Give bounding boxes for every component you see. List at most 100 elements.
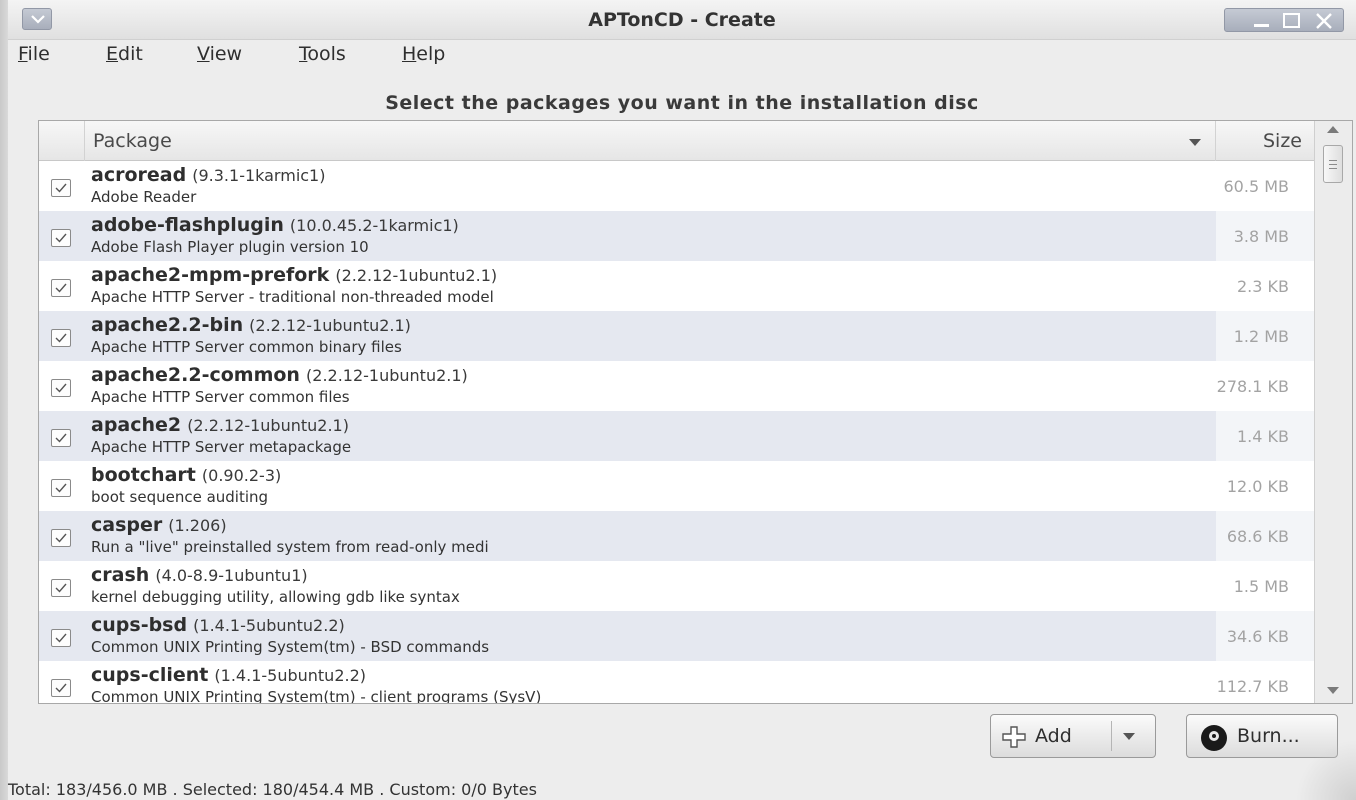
package-row[interactable]: crash (4.0-8.9-1ubuntu1) kernel debugging…	[39, 561, 1314, 611]
package-title: cups-client (1.4.1-5ubuntu2.2)	[91, 664, 366, 686]
package-version: (2.2.12-1ubuntu2.1)	[306, 366, 468, 385]
menu-file[interactable]: File	[18, 43, 50, 65]
checkmark-icon	[55, 583, 67, 593]
package-name: cups-bsd	[91, 614, 188, 636]
package-checkbox[interactable]	[51, 329, 71, 347]
menu-bar: File Edit View Tools Help	[8, 40, 1356, 70]
package-version: (1.4.1-5ubuntu2.2)	[193, 616, 345, 635]
package-title: apache2.2-bin (2.2.12-1ubuntu2.1)	[91, 314, 411, 336]
checkmark-icon	[55, 383, 67, 393]
scroll-down-icon[interactable]	[1327, 687, 1339, 695]
menu-edit-label: dit	[118, 43, 143, 65]
header-package-label: Package	[93, 130, 172, 152]
header-check-column[interactable]	[39, 121, 85, 161]
header-package-column[interactable]: Package	[85, 121, 1216, 161]
package-checkbox[interactable]	[51, 479, 71, 497]
menu-edit[interactable]: Edit	[106, 43, 143, 65]
instructions-heading: Select the packages you want in the inst…	[385, 92, 979, 114]
package-row[interactable]: acroread (9.3.1-1karmic1)Adobe Reader60.…	[39, 161, 1314, 211]
package-checkbox[interactable]	[51, 679, 71, 697]
menu-edit-mnemonic: E	[106, 43, 119, 65]
package-name: apache2.2-common	[91, 364, 300, 386]
package-description: Apache HTTP Server - traditional non-thr…	[91, 288, 494, 306]
checkmark-icon	[55, 283, 67, 293]
package-name: casper	[91, 514, 163, 536]
checkmark-icon	[55, 683, 67, 693]
window-title: APTonCD - Create	[588, 9, 776, 31]
package-title: cups-bsd (1.4.1-5ubuntu2.2)	[91, 614, 345, 636]
size-column-shade	[1216, 161, 1314, 703]
package-description: Apache HTTP Server common files	[91, 388, 350, 406]
vertical-scrollbar[interactable]	[1314, 121, 1352, 703]
sort-descending-icon	[1189, 139, 1201, 146]
menu-help[interactable]: Help	[402, 43, 445, 65]
package-checkbox[interactable]	[51, 379, 71, 397]
burn-disc-icon	[1201, 725, 1227, 751]
package-row[interactable]: cups-bsd (1.4.1-5ubuntu2.2) Common UNIX P…	[39, 611, 1314, 661]
list-header: Package Size	[39, 121, 1314, 161]
package-version: (1.206)	[168, 516, 227, 535]
checkmark-icon	[55, 183, 67, 193]
package-checkbox[interactable]	[51, 229, 71, 247]
header-size-column[interactable]: Size	[1216, 121, 1314, 161]
package-title: apache2 (2.2.12-1ubuntu2.1)	[91, 414, 349, 436]
package-title: apache2-mpm-prefork (2.2.12-1ubuntu2.1)	[91, 264, 497, 286]
add-button[interactable]: Add	[990, 714, 1156, 758]
package-version: (2.2.12-1ubuntu2.1)	[335, 266, 498, 285]
package-version: (9.3.1-1karmic1)	[192, 166, 326, 185]
resize-grip[interactable]	[1296, 740, 1356, 800]
package-name: crash	[91, 564, 150, 586]
package-name: acroread	[91, 164, 187, 186]
package-row[interactable]: cups-client (1.4.1-5ubuntu2.2) Common UNI…	[39, 661, 1314, 704]
package-description: Adobe Reader	[91, 188, 197, 206]
package-version: (2.2.12-1ubuntu2.1)	[249, 316, 411, 335]
add-button-divider	[1111, 721, 1112, 751]
add-button-label: Add	[1035, 725, 1072, 747]
checkmark-icon	[55, 483, 67, 493]
menu-view[interactable]: View	[197, 43, 242, 65]
package-row[interactable]: apache2.2-common (2.2.12-1ubuntu2.1) Apac…	[39, 361, 1314, 411]
package-description: Adobe Flash Player plugin version 10	[91, 238, 369, 256]
menu-help-label: elp	[416, 43, 446, 65]
menu-view-label: iew	[209, 43, 243, 65]
package-checkbox[interactable]	[51, 279, 71, 297]
package-checkbox[interactable]	[51, 529, 71, 547]
package-row[interactable]: apache2.2-bin (2.2.12-1ubuntu2.1) Apache …	[39, 311, 1314, 361]
package-description: Apache HTTP Server metapackage	[91, 438, 352, 456]
thumb-grip-line	[1329, 160, 1337, 161]
package-list[interactable]: Package Size acroread (9.3.1-1karmic1) Ad…	[38, 120, 1353, 704]
maximize-button[interactable]	[1281, 12, 1303, 30]
minimize-button[interactable]	[1251, 12, 1273, 30]
package-title: crash (4.0-8.9-1ubuntu1)	[91, 564, 308, 586]
checkmark-icon	[55, 633, 67, 643]
package-version: (4.0-8.9-1ubuntu1)	[155, 566, 308, 585]
package-checkbox[interactable]	[51, 629, 71, 647]
package-description: Common UNIX Printing System(tm) - client…	[91, 688, 542, 704]
package-row[interactable]: adobe-flashplugin (10.0.45.2-1karmic1) Ad…	[39, 211, 1314, 261]
package-checkbox[interactable]	[51, 179, 71, 197]
menu-help-mnemonic: H	[402, 43, 417, 65]
package-version: (2.2.12-1ubuntu2.1)	[187, 416, 349, 435]
package-name: apache2.2-bin	[91, 314, 244, 336]
package-description: boot sequence auditing	[91, 488, 269, 506]
package-name: apache2-mpm-prefork	[91, 264, 330, 286]
package-version: (10.0.45.2-1karmic1)	[289, 216, 459, 235]
package-description: Run a "live" preinstalled system from re…	[91, 538, 489, 556]
checkmark-icon	[55, 333, 67, 343]
chevron-down-icon[interactable]	[1123, 733, 1135, 740]
scroll-up-icon[interactable]	[1327, 125, 1339, 133]
title-bar[interactable]: APTonCD - Create	[8, 0, 1356, 40]
header-size-label: Size	[1262, 130, 1302, 152]
package-row[interactable]: apache2-mpm-prefork (2.2.12-1ubuntu2.1) A…	[39, 261, 1314, 311]
menu-file-mnemonic: F	[18, 43, 28, 65]
package-row[interactable]: apache2 (2.2.12-1ubuntu2.1) Apache HTTP S…	[39, 411, 1314, 461]
package-row[interactable]: bootchart (0.90.2-3) boot sequence auditi…	[39, 461, 1314, 511]
package-checkbox[interactable]	[51, 429, 71, 447]
app-window: APTonCD - Create File Edit View Tools He…	[8, 0, 1356, 800]
close-button[interactable]	[1313, 12, 1335, 30]
menu-tools[interactable]: Tools	[299, 43, 346, 65]
add-plus-icon	[1002, 726, 1026, 748]
package-row[interactable]: casper (1.206) Run a "live" preinstalled …	[39, 511, 1314, 561]
scrollbar-thumb[interactable]	[1323, 145, 1343, 183]
package-checkbox[interactable]	[51, 579, 71, 597]
